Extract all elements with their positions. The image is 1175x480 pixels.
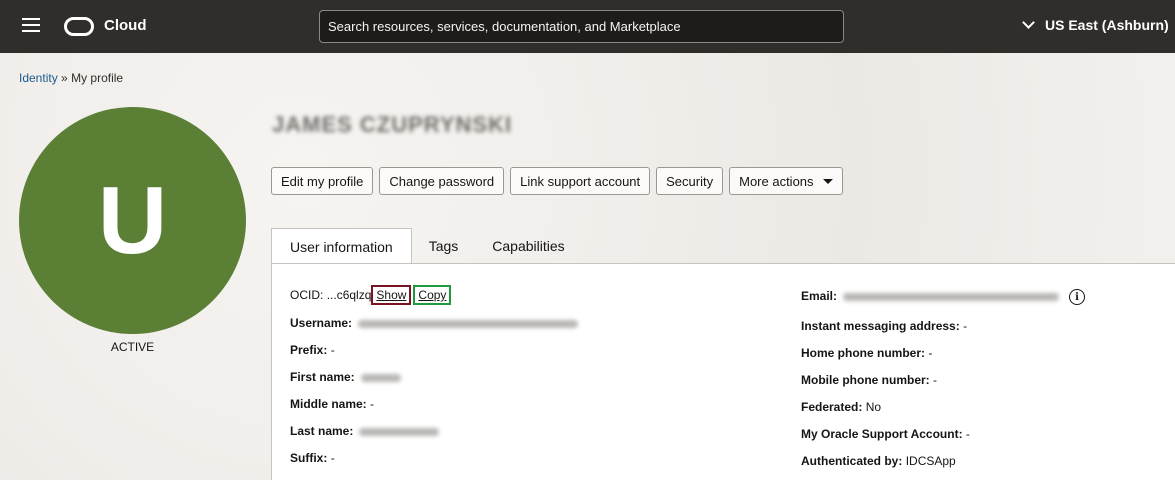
link-support-account-button[interactable]: Link support account xyxy=(510,167,651,195)
authenticated-by-label: Authenticated by: xyxy=(801,454,903,468)
first-name-row: First name: xyxy=(290,370,401,384)
caret-down-icon xyxy=(822,178,833,184)
breadcrumb-current: My profile xyxy=(71,71,124,85)
mobile-phone-row: Mobile phone number: - xyxy=(801,373,937,387)
security-button[interactable]: Security xyxy=(656,167,724,195)
im-label: Instant messaging address: xyxy=(801,319,960,333)
breadcrumb-identity-link[interactable]: Identity xyxy=(19,71,58,85)
tab-bar: User information Tags Capabilities xyxy=(271,228,582,264)
avatar: U xyxy=(19,107,246,334)
email-redacted xyxy=(843,293,1060,301)
im-value: - xyxy=(963,319,968,333)
support-account-row: My Oracle Support Account: - xyxy=(801,427,970,441)
profile-name: JAMES CZUPRYNSKI xyxy=(272,112,513,137)
chevron-down-icon xyxy=(1022,16,1035,29)
top-bar: Cloud US East (Ashburn) xyxy=(0,0,1175,53)
last-name-row: Last name: xyxy=(290,424,440,438)
last-name-label: Last name: xyxy=(290,424,354,438)
email-row: Email: i xyxy=(801,289,1086,305)
last-name-redacted xyxy=(359,427,440,436)
suffix-value: - xyxy=(330,451,335,465)
region-label: US East (Ashburn) xyxy=(1045,17,1169,33)
ocid-row: OCID: ...c6qlzq Show Copy xyxy=(290,285,452,305)
authenticated-by-row: Authenticated by: IDCSApp xyxy=(801,454,956,468)
federated-row: Federated: No xyxy=(801,400,881,414)
more-actions-label: More actions xyxy=(739,173,814,189)
ocid-value: ...c6qlzq xyxy=(326,288,372,302)
edit-profile-button[interactable]: Edit my profile xyxy=(271,167,374,195)
hamburger-menu-icon[interactable] xyxy=(22,18,40,34)
avatar-initial: U xyxy=(97,166,168,274)
home-phone-row: Home phone number: - xyxy=(801,346,932,360)
prefix-value: - xyxy=(330,343,335,357)
region-selector[interactable]: US East (Ashburn) xyxy=(1022,16,1169,33)
first-name-label: First name: xyxy=(290,370,355,384)
middle-name-value: - xyxy=(370,397,375,411)
breadcrumb-separator: » xyxy=(61,71,68,85)
info-icon[interactable]: i xyxy=(1069,289,1086,305)
username-row: Username: xyxy=(290,316,579,330)
oracle-logo-icon[interactable] xyxy=(64,17,94,36)
support-account-value: - xyxy=(965,427,970,441)
im-row: Instant messaging address: - xyxy=(801,319,967,333)
more-actions-button[interactable]: More actions xyxy=(729,167,843,195)
suffix-row: Suffix: - xyxy=(290,451,335,465)
status-label: ACTIVE xyxy=(110,340,155,354)
mobile-phone-label: Mobile phone number: xyxy=(801,373,930,387)
first-name-redacted xyxy=(360,373,401,382)
support-account-label: My Oracle Support Account: xyxy=(801,427,963,441)
username-label: Username: xyxy=(290,316,353,330)
suffix-label: Suffix: xyxy=(290,451,328,465)
tab-user-information[interactable]: User information xyxy=(271,228,412,264)
prefix-row: Prefix: - xyxy=(290,343,335,357)
federated-label: Federated: xyxy=(801,400,863,414)
authenticated-by-value: IDCSApp xyxy=(905,454,956,468)
username-redacted xyxy=(358,319,579,328)
home-phone-value: - xyxy=(928,346,933,360)
show-ocid-link[interactable]: Show xyxy=(371,285,412,305)
copy-ocid-link[interactable]: Copy xyxy=(413,285,452,305)
home-phone-label: Home phone number: xyxy=(801,346,926,360)
change-password-button[interactable]: Change password xyxy=(379,167,505,195)
middle-name-row: Middle name: - xyxy=(290,397,374,411)
ocid-label: OCID: xyxy=(290,288,324,302)
mobile-phone-value: - xyxy=(933,373,938,387)
middle-name-label: Middle name: xyxy=(290,397,367,411)
federated-value: No xyxy=(865,400,882,414)
tab-tags[interactable]: Tags xyxy=(412,228,476,264)
search-input[interactable] xyxy=(319,10,844,43)
action-toolbar: Edit my profile Change password Link sup… xyxy=(271,167,843,195)
email-label: Email: xyxy=(801,289,838,304)
prefix-label: Prefix: xyxy=(290,343,328,357)
breadcrumb: Identity » My profile xyxy=(19,71,123,85)
brand-name[interactable]: Cloud xyxy=(104,17,147,34)
tab-capabilities[interactable]: Capabilities xyxy=(475,228,581,264)
